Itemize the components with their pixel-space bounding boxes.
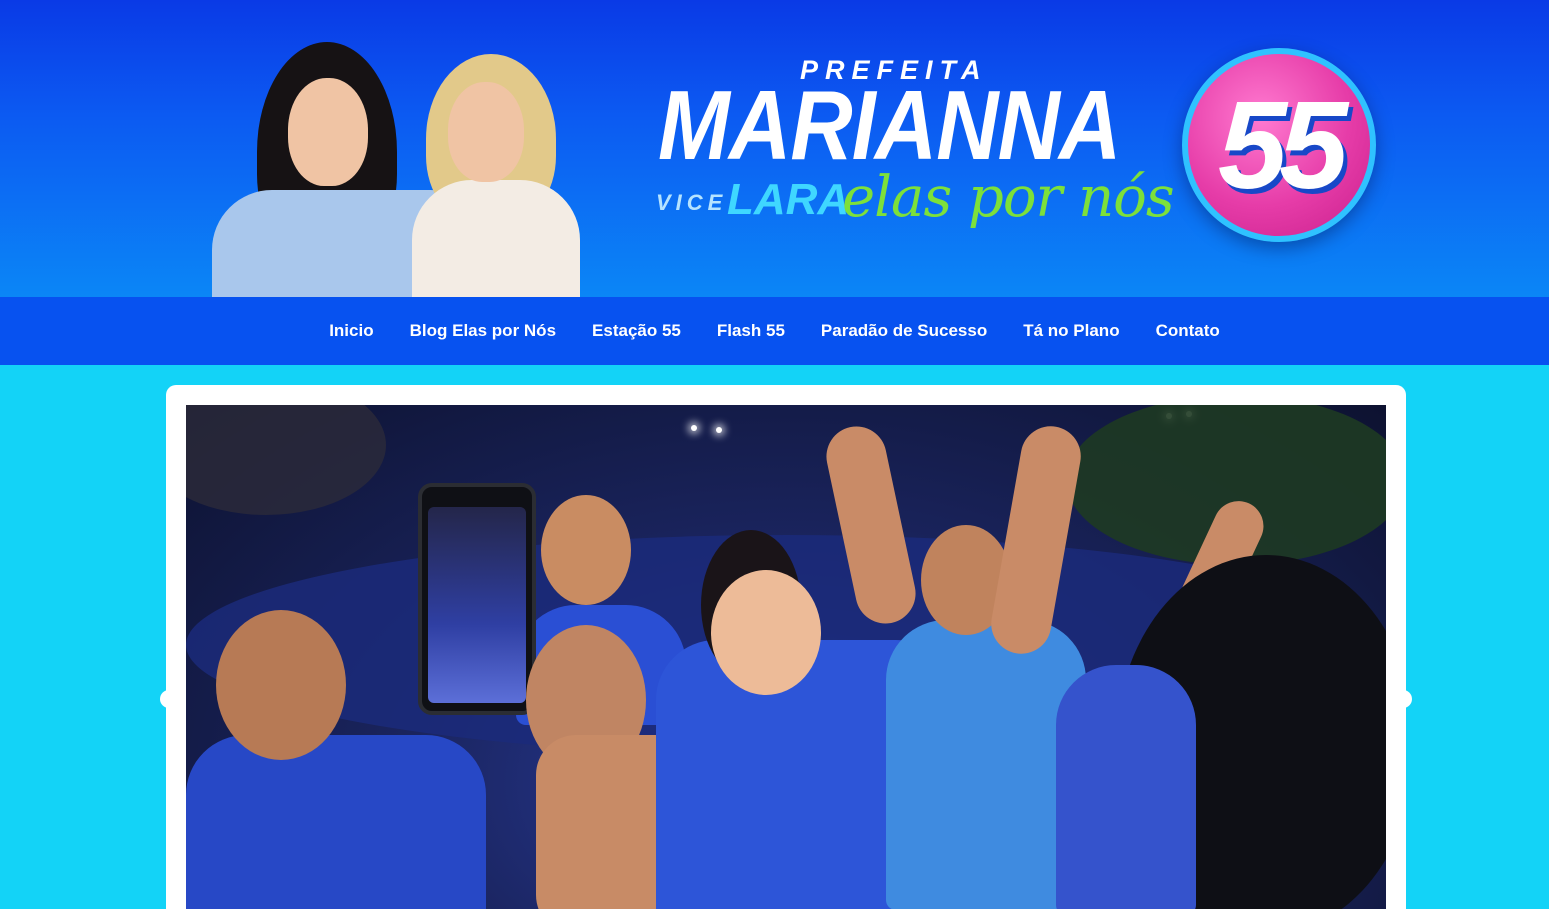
nav-item-estacao-55[interactable]: Estação 55 — [592, 321, 681, 341]
nav-item-inicio[interactable]: Inicio — [329, 321, 373, 341]
nav-item-paradao[interactable]: Paradão de Sucesso — [821, 321, 987, 341]
main-nav: Inicio Blog Elas por Nós Estação 55 Flas… — [0, 297, 1549, 365]
banner-slogan: elas por nós — [842, 165, 1175, 230]
banner-vice-name: LARA — [727, 175, 850, 224]
number-badge: 55 — [1182, 48, 1376, 242]
nav-item-flash-55[interactable]: Flash 55 — [717, 321, 785, 341]
badge-number: 55 — [1218, 77, 1348, 215]
banner-vice-label: VICE — [656, 190, 728, 215]
chevron-left-icon[interactable] — [160, 690, 172, 708]
slider-card — [166, 385, 1406, 909]
nav-item-contato[interactable]: Contato — [1156, 321, 1220, 341]
chevron-right-icon[interactable] — [1400, 690, 1412, 708]
banner-title-marianna: MARIANNA — [658, 70, 1121, 180]
candidate-photo-lara — [412, 52, 582, 297]
nav-item-blog[interactable]: Blog Elas por Nós — [410, 321, 556, 341]
campaign-banner: PREFEITA MARIANNA VICE LARA elas por nós… — [0, 0, 1549, 297]
slider-image[interactable] — [186, 405, 1386, 909]
nav-item-ta-no-plano[interactable]: Tá no Plano — [1023, 321, 1119, 341]
phone-in-photo — [418, 483, 536, 715]
